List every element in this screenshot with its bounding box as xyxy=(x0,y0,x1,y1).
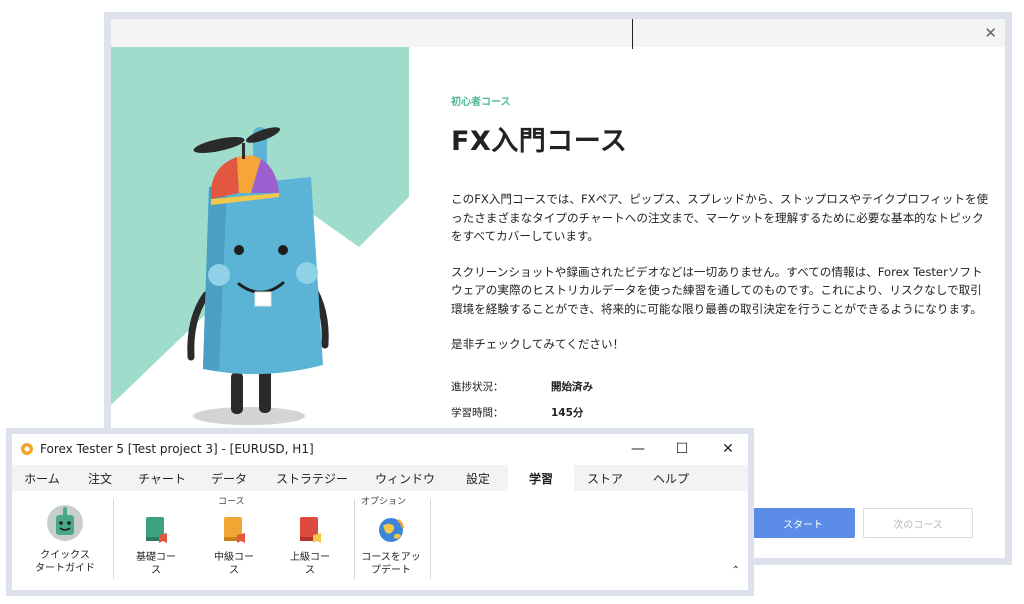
progress-row: 進捗状況： 開始済み xyxy=(451,374,991,400)
quick-start-label-1: クイックス xyxy=(40,550,90,561)
window-title: Forex Tester 5 [Test project 3] - [EURUS… xyxy=(40,442,314,456)
ribbon-separator xyxy=(113,499,114,579)
study-time-row: 学習時間： 145分 xyxy=(451,400,991,426)
app-logo-icon xyxy=(21,443,33,455)
red-book-icon xyxy=(300,517,321,543)
update-course-button[interactable]: コースをアッ プデート xyxy=(358,515,424,577)
course-level-tag: 初心者コース xyxy=(451,97,511,108)
advanced-course-label-1: 上級コー xyxy=(290,552,330,563)
advanced-course-button[interactable]: 上級コー ス xyxy=(284,515,336,577)
orange-book-icon xyxy=(224,517,245,543)
propeller-stick xyxy=(242,143,245,159)
quick-start-label-2: タートガイド xyxy=(35,563,95,574)
tab-window[interactable]: ウィンドウ xyxy=(362,465,448,491)
forex-tester-window: Forex Tester 5 [Test project 3] - [EURUS… xyxy=(6,428,754,596)
robot-left-eye xyxy=(234,245,244,255)
ribbon-separator xyxy=(430,499,431,579)
progress-value: 開始済み xyxy=(551,381,593,393)
course-meta: 進捗状況： 開始済み 学習時間： 145分 xyxy=(451,374,991,426)
option-group-label: オプション xyxy=(361,497,407,507)
menu-bar: ホーム 注文 チャート データ ストラテジー ウィンドウ 設定 学習 ストア ヘ… xyxy=(12,465,748,491)
text-cursor xyxy=(632,19,633,49)
tab-order[interactable]: 注文 xyxy=(72,465,128,491)
course-group-label: コース xyxy=(218,497,245,507)
course-description-1: このFX入門コースでは、FXペア、ピップス、スプレッドから、ストップロスやテイク… xyxy=(451,192,989,243)
basic-course-button[interactable]: 基礎コー ス xyxy=(130,515,182,577)
tab-strategy[interactable]: ストラテジー xyxy=(262,465,362,491)
collapse-ribbon-icon[interactable]: ⌃ xyxy=(732,565,740,576)
minimize-button[interactable]: — xyxy=(618,438,658,460)
tab-help[interactable]: ヘルプ xyxy=(636,465,706,491)
course-description-3: 是非チェックしてみてください！ xyxy=(451,337,625,351)
tab-store[interactable]: ストア xyxy=(574,465,636,491)
robot-guide-icon xyxy=(47,505,83,541)
tab-home[interactable]: ホーム xyxy=(12,465,72,491)
course-content: 初心者コース FX入門コース このFX入門コースでは、FXペア、ピップス、スプレ… xyxy=(451,93,991,426)
robot-left-cheek xyxy=(208,264,230,286)
tab-data[interactable]: データ xyxy=(196,465,262,491)
progress-label: 進捗状況： xyxy=(451,381,504,393)
intermediate-course-button[interactable]: 中級コー ス xyxy=(208,515,260,577)
tab-chart[interactable]: チャート xyxy=(128,465,196,491)
green-book-icon xyxy=(146,517,167,543)
dialog-title-bar xyxy=(111,19,1005,47)
intermediate-course-label-1: 中級コー xyxy=(214,552,254,563)
robot-teeth xyxy=(254,291,272,307)
update-course-label-2: プデート xyxy=(371,565,411,576)
study-time-value: 145分 xyxy=(551,407,584,419)
ribbon: コース オプション クイックス タートガイド 基礎コー ス 中級コー ス 上級コ… xyxy=(12,491,748,590)
maximize-button[interactable]: ☐ xyxy=(662,438,702,460)
start-button[interactable]: スタート xyxy=(751,508,855,538)
robot-shadow xyxy=(193,407,305,425)
robot-right-cheek xyxy=(296,262,318,284)
update-course-label-1: コースをアッ xyxy=(361,552,421,563)
intermediate-course-label-2: ス xyxy=(229,565,239,576)
advanced-course-label-2: ス xyxy=(305,565,315,576)
basic-course-label-1: 基礎コー xyxy=(136,552,176,563)
study-time-label: 学習時間： xyxy=(451,407,504,419)
close-icon[interactable]: ✕ xyxy=(984,24,997,42)
ribbon-separator xyxy=(354,499,355,579)
tab-learning[interactable]: 学習 xyxy=(508,465,574,491)
tab-settings[interactable]: 設定 xyxy=(448,465,508,491)
window-close-button[interactable]: ✕ xyxy=(708,438,748,460)
robot-right-eye xyxy=(278,245,288,255)
next-course-button[interactable]: 次のコース xyxy=(863,508,973,538)
globe-update-icon xyxy=(379,518,405,542)
quick-start-guide-button[interactable]: クイックス タートガイド xyxy=(28,503,102,575)
course-title: FX入門コース xyxy=(451,126,628,157)
robot-left-leg xyxy=(231,372,243,414)
robot-right-leg xyxy=(259,369,271,413)
basic-course-label-2: ス xyxy=(151,565,161,576)
course-description-2: スクリーンショットや録画されたビデオなどは一切ありません。すべての情報は、For… xyxy=(451,264,983,316)
